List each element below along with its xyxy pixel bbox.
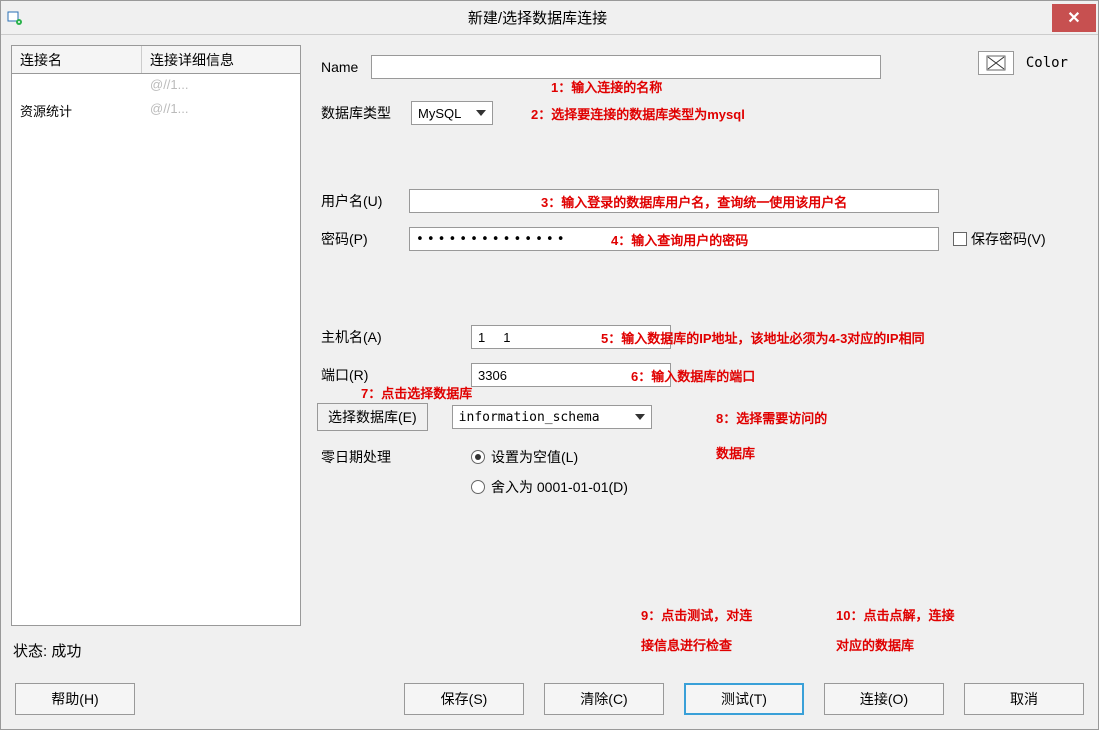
db-value: information_schema: [459, 410, 600, 425]
annotation-7: 7：点击选择数据库: [361, 383, 472, 402]
annotation-2: 2：选择要连接的数据库类型为mysql: [531, 104, 745, 123]
help-button[interactable]: 帮助(H): [15, 683, 135, 715]
dbtype-label: 数据库类型: [321, 103, 411, 123]
content-area: 连接名 连接详细信息 @//1... 资源统计 @//1... 状态: 成功: [1, 35, 1098, 675]
radio-round[interactable]: 舍入为 0001-01-01(D): [471, 477, 628, 497]
selectdb-row: 选择数据库(E) information_schema 8：选择需要访问的 数据…: [321, 403, 1078, 431]
annotation-4: 4：输入查询用户的密码: [611, 230, 748, 249]
annotation-3: 3：输入登录的数据库用户名，查询统一使用该用户名: [541, 192, 847, 211]
right-panel: Name 1：输入连接的名称 Color 数据库类型 MySQL 2：选择要连接…: [311, 45, 1088, 665]
port-row: 端口(R) 6：输入数据库的端口 7：点击选择数据库: [321, 361, 1078, 389]
save-pass-label: 保存密码(V): [971, 229, 1046, 249]
close-icon: ✕: [1067, 8, 1080, 28]
radio-null-label: 设置为空值(L): [491, 447, 578, 467]
annotation-5: 5：输入数据库的IP地址，该地址必须为4-3对应的IP相同: [601, 328, 925, 347]
col-details[interactable]: 连接详细信息: [142, 46, 300, 73]
color-swatch-icon[interactable]: [978, 51, 1014, 75]
dbtype-row: 数据库类型 MySQL 2：选择要连接的数据库类型为mysql: [321, 99, 1078, 127]
color-picker[interactable]: Color: [978, 51, 1068, 75]
cancel-button[interactable]: 取消: [964, 683, 1084, 715]
dbtype-dropdown[interactable]: MySQL: [411, 101, 493, 125]
dbtype-value: MySQL: [418, 106, 461, 121]
zerodate-label: 零日期处理: [321, 447, 451, 467]
user-row: 用户名(U) 3：输入登录的数据库用户名，查询统一使用该用户名: [321, 187, 1078, 215]
radio-null[interactable]: 设置为空值(L): [471, 447, 628, 467]
chevron-down-icon: [635, 414, 645, 420]
clear-button[interactable]: 清除(C): [544, 683, 664, 715]
table-row[interactable]: @//1...: [12, 74, 300, 98]
status-label: 状态:: [13, 643, 47, 660]
chevron-down-icon: [476, 110, 486, 116]
color-label: Color: [1026, 55, 1068, 71]
test-button[interactable]: 测试(T): [684, 683, 804, 715]
row-name: [12, 74, 142, 98]
name-input[interactable]: [371, 55, 881, 79]
annotation-8a: 8：选择需要访问的: [716, 408, 827, 427]
radio-icon: [471, 450, 485, 464]
title-bar: 新建/选择数据库连接 ✕: [1, 1, 1098, 35]
row-name: 资源统计: [12, 98, 142, 122]
zerodate-radio-group: 设置为空值(L) 舍入为 0001-01-01(D): [471, 447, 628, 497]
row-details: @//1...: [142, 98, 300, 122]
connections-table: 连接名 连接详细信息 @//1... 资源统计 @//1...: [11, 45, 301, 626]
table-row[interactable]: 资源统计 @//1...: [12, 98, 300, 122]
annotation-9a: 9：点击测试，对连: [641, 605, 752, 624]
footer-buttons: 帮助(H) 保存(S) 清除(C) 测试(T) 连接(O) 取消: [1, 675, 1098, 729]
table-header: 连接名 连接详细信息: [12, 46, 300, 74]
status-value: 成功: [51, 643, 81, 660]
annotation-10b: 对应的数据库: [836, 635, 914, 654]
radio-icon: [471, 480, 485, 494]
col-name[interactable]: 连接名: [12, 46, 142, 73]
left-panel: 连接名 连接详细信息 @//1... 资源统计 @//1... 状态: 成功: [11, 45, 301, 665]
pass-row: 密码(P) 保存密码(V) 4：输入查询用户的密码: [321, 225, 1078, 253]
host-row: 主机名(A) 5：输入数据库的IP地址，该地址必须为4-3对应的IP相同: [321, 323, 1078, 351]
dialog-window: 新建/选择数据库连接 ✕ 连接名 连接详细信息 @//1... 资源统计 @: [0, 0, 1099, 730]
app-icon: [7, 10, 23, 26]
window-title: 新建/选择数据库连接: [23, 7, 1052, 28]
database-dropdown[interactable]: information_schema: [452, 405, 652, 429]
pass-label: 密码(P): [321, 229, 409, 249]
name-label: Name: [321, 59, 371, 75]
zerodate-row: 零日期处理 设置为空值(L) 舍入为 0001-01-01(D): [321, 447, 1078, 497]
annotation-9b: 接信息进行检查: [641, 635, 732, 654]
row-details: @//1...: [142, 74, 300, 98]
annotation-1: 1：输入连接的名称: [551, 77, 662, 96]
port-label: 端口(R): [321, 365, 451, 385]
connect-button[interactable]: 连接(O): [824, 683, 944, 715]
save-button[interactable]: 保存(S): [404, 683, 524, 715]
annotation-10a: 10：点击点解，连接: [836, 605, 954, 624]
save-pass-checkbox[interactable]: 保存密码(V): [953, 229, 1046, 249]
select-database-button[interactable]: 选择数据库(E): [317, 403, 428, 431]
status-row: 状态: 成功: [11, 636, 301, 665]
checkbox-icon: [953, 232, 967, 246]
host-label: 主机名(A): [321, 327, 451, 347]
close-button[interactable]: ✕: [1052, 4, 1096, 32]
annotation-6: 6：输入数据库的端口: [631, 366, 755, 385]
radio-round-label: 舍入为 0001-01-01(D): [491, 477, 628, 497]
user-label: 用户名(U): [321, 191, 409, 211]
name-row: Name 1：输入连接的名称: [321, 53, 1078, 81]
